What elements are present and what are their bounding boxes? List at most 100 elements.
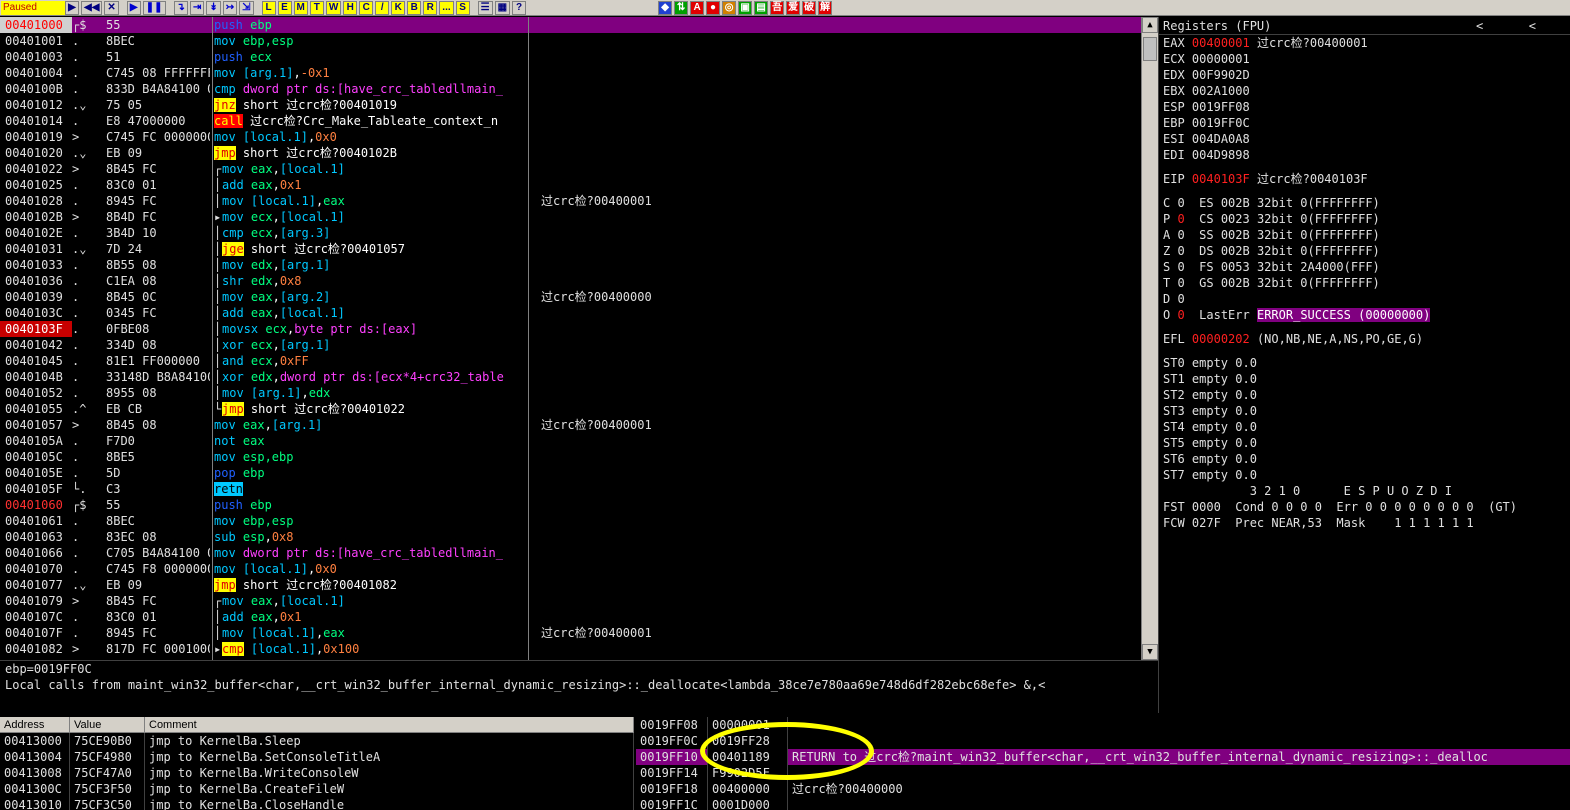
dump-col-address[interactable]: Address (0, 717, 70, 732)
hex-bytes[interactable]: C745 08 FFFFFFFF (86, 65, 210, 81)
hex-bytes[interactable]: 8B4D FC (86, 209, 210, 225)
instruction[interactable]: mov [arg.1],-0x1 (213, 65, 528, 81)
comment[interactable] (529, 433, 1141, 449)
comment[interactable] (529, 305, 1141, 321)
disasm-address[interactable]: 00401020 (0, 145, 72, 161)
disasm-address[interactable]: 00401012 (0, 97, 72, 113)
instruction[interactable]: push ecx (213, 49, 528, 65)
window-button-12[interactable]: S (455, 0, 470, 15)
dump-row[interactable]: 00413008 75CF47A0 jmp to KernelBa.WriteCon… (0, 765, 634, 781)
hex-bytes[interactable]: C1EA 08 (86, 273, 210, 289)
hex-bytes[interactable]: 833D B4A84100 00 (86, 81, 210, 97)
instruction[interactable]: │shr edx,0x8 (213, 273, 528, 289)
disasm-address[interactable]: 00401042 (0, 337, 72, 353)
disasm-address[interactable]: 0040105E (0, 465, 72, 481)
dump-row[interactable]: 00413000 75CE90B0 jmp to KernelBa.Sleep (0, 733, 634, 749)
window-button-2[interactable]: M (293, 0, 308, 15)
hex-bytes[interactable]: 0345 FC (86, 305, 210, 321)
stack-row[interactable]: 0019FF0C 0019FF28 (636, 733, 1570, 749)
disasm-address[interactable]: 0040107C (0, 609, 72, 625)
disasm-address[interactable]: 00401025 (0, 177, 72, 193)
comment[interactable] (529, 161, 1141, 177)
instruction[interactable]: mov ebp,esp (213, 513, 528, 529)
instruction[interactable]: cmp dword ptr ds:[have_crc_tabledllmain_ (213, 81, 528, 97)
hex-bytes[interactable]: 8B55 08 (86, 257, 210, 273)
disasm-address[interactable]: 00401033 (0, 257, 72, 273)
efl-register[interactable]: EFL 00000202 (NO,NB,NE,A,NS,PO,GE,G) (1159, 331, 1570, 347)
fpu-st0[interactable]: ST0 empty 0.0 (1159, 355, 1570, 371)
stack-pane[interactable]: 0019FF08 00000001 0019FF0C 0019FF28 0019FF10… (636, 717, 1570, 810)
comment[interactable] (529, 561, 1141, 577)
comment[interactable] (529, 145, 1141, 161)
instruction[interactable]: ▸cmp [local.1],0x100 (213, 641, 528, 657)
disasm-address[interactable]: 00401003 (0, 49, 72, 65)
window-button-11[interactable]: ... (439, 0, 454, 15)
fpu-st2[interactable]: ST2 empty 0.0 (1159, 387, 1570, 403)
plugin-icon-2[interactable]: ⇅ (674, 0, 689, 15)
hex-bytes[interactable]: C745 F8 00000000 (86, 561, 210, 577)
hex-bytes[interactable]: 8BEC (86, 513, 210, 529)
window-button-0[interactable]: L (261, 0, 276, 15)
instruction[interactable]: │mov [local.1],eax (213, 625, 528, 641)
register-esi[interactable]: ESI 004DA0A8 (1159, 131, 1570, 147)
dump-col-comment[interactable]: Comment (145, 717, 634, 732)
disasm-address[interactable]: 00401019 (0, 129, 72, 145)
comment[interactable] (529, 97, 1141, 113)
disasm-address[interactable]: 0040102E (0, 225, 72, 241)
flag-value[interactable]: 0 (1177, 292, 1184, 306)
window-button-9[interactable]: B (407, 0, 422, 15)
fpu-st7[interactable]: ST7 empty 0.0 (1159, 467, 1570, 483)
flag-o[interactable]: O 0 LastErr ERROR_SUCCESS (00000000) (1159, 307, 1570, 323)
scrollbar-thumb[interactable] (1143, 37, 1157, 61)
comment[interactable]: 过crc检?00400001 (529, 193, 1141, 209)
instruction[interactable]: │add eax,0x1 (213, 177, 528, 193)
hex-bytes[interactable]: 334D 08 (86, 337, 210, 353)
register-ebx[interactable]: EBX 002A1000 (1159, 83, 1570, 99)
flag-value[interactable]: 0 (1177, 308, 1184, 322)
flag-value[interactable]: 0 (1177, 212, 1184, 226)
disassembly-pane[interactable]: 00401000 00401001 00401003 00401004 0040100B… (0, 17, 1141, 660)
disasm-address[interactable]: 00401055 (0, 401, 72, 417)
segment-register[interactable]: GS 002B 32bit 0(FFFFFFFF) (1199, 276, 1380, 290)
disasm-address[interactable]: 00401066 (0, 545, 72, 561)
instruction[interactable]: mov esp,ebp (213, 449, 528, 465)
disasm-address[interactable]: 0040107F (0, 625, 72, 641)
comment[interactable] (529, 545, 1141, 561)
next-view-icon[interactable]: < (1529, 17, 1536, 34)
window-button-6[interactable]: C (359, 0, 374, 15)
flag-a[interactable]: A 0 SS 002B 32bit 0(FFFFFFFF) (1159, 227, 1570, 243)
hex-bytes[interactable]: C3 (86, 481, 210, 497)
hex-bytes[interactable]: 8945 FC (86, 625, 210, 641)
hex-bytes[interactable]: 8945 FC (86, 193, 210, 209)
disasm-address[interactable]: 00401036 (0, 273, 72, 289)
disasm-address[interactable]: 00401057 (0, 417, 72, 433)
dump-col-value[interactable]: Value (70, 717, 145, 732)
close-icon[interactable]: ✕ (104, 0, 119, 15)
disasm-address[interactable]: 00401079 (0, 593, 72, 609)
flag-t[interactable]: T 0 GS 002B 32bit 0(FFFFFFFF) (1159, 275, 1570, 291)
hex-bytes[interactable]: F7D0 (86, 433, 210, 449)
comment[interactable] (529, 385, 1141, 401)
disasm-address[interactable]: 00401014 (0, 113, 72, 129)
registers-pane[interactable]: Registers (FPU) < < EAX 00400001 过crc检?0… (1158, 17, 1570, 713)
stack-row[interactable]: 0019FF18 00400000 过crc检?00400000 (636, 781, 1570, 797)
disasm-address[interactable]: 00401028 (0, 193, 72, 209)
scroll-down-icon[interactable]: ▼ (1142, 644, 1158, 660)
comment[interactable] (529, 273, 1141, 289)
trace-over-icon[interactable]: ↣ (222, 0, 238, 15)
instruction[interactable]: │mov [arg.1],edx (213, 385, 528, 401)
disasm-address[interactable]: 00401045 (0, 353, 72, 369)
step-into-icon[interactable]: ↴ (173, 0, 188, 15)
comment[interactable] (529, 337, 1141, 353)
hex-bytes[interactable]: 817D FC 00010000 (86, 641, 210, 657)
plugin-icon-8[interactable]: 吾 (770, 0, 785, 15)
comment[interactable] (529, 177, 1141, 193)
hex-bytes[interactable]: EB CB (86, 401, 210, 417)
register-edi[interactable]: EDI 004D9898 (1159, 147, 1570, 163)
plugin-icon-10[interactable]: 破 (802, 0, 817, 15)
flag-value[interactable]: 0 (1177, 244, 1184, 258)
disasm-address[interactable]: 0040104B (0, 369, 72, 385)
hex-bytes[interactable]: 33148D B8A84100 (86, 369, 210, 385)
comment[interactable] (529, 593, 1141, 609)
instruction[interactable]: push ebp (213, 497, 528, 513)
